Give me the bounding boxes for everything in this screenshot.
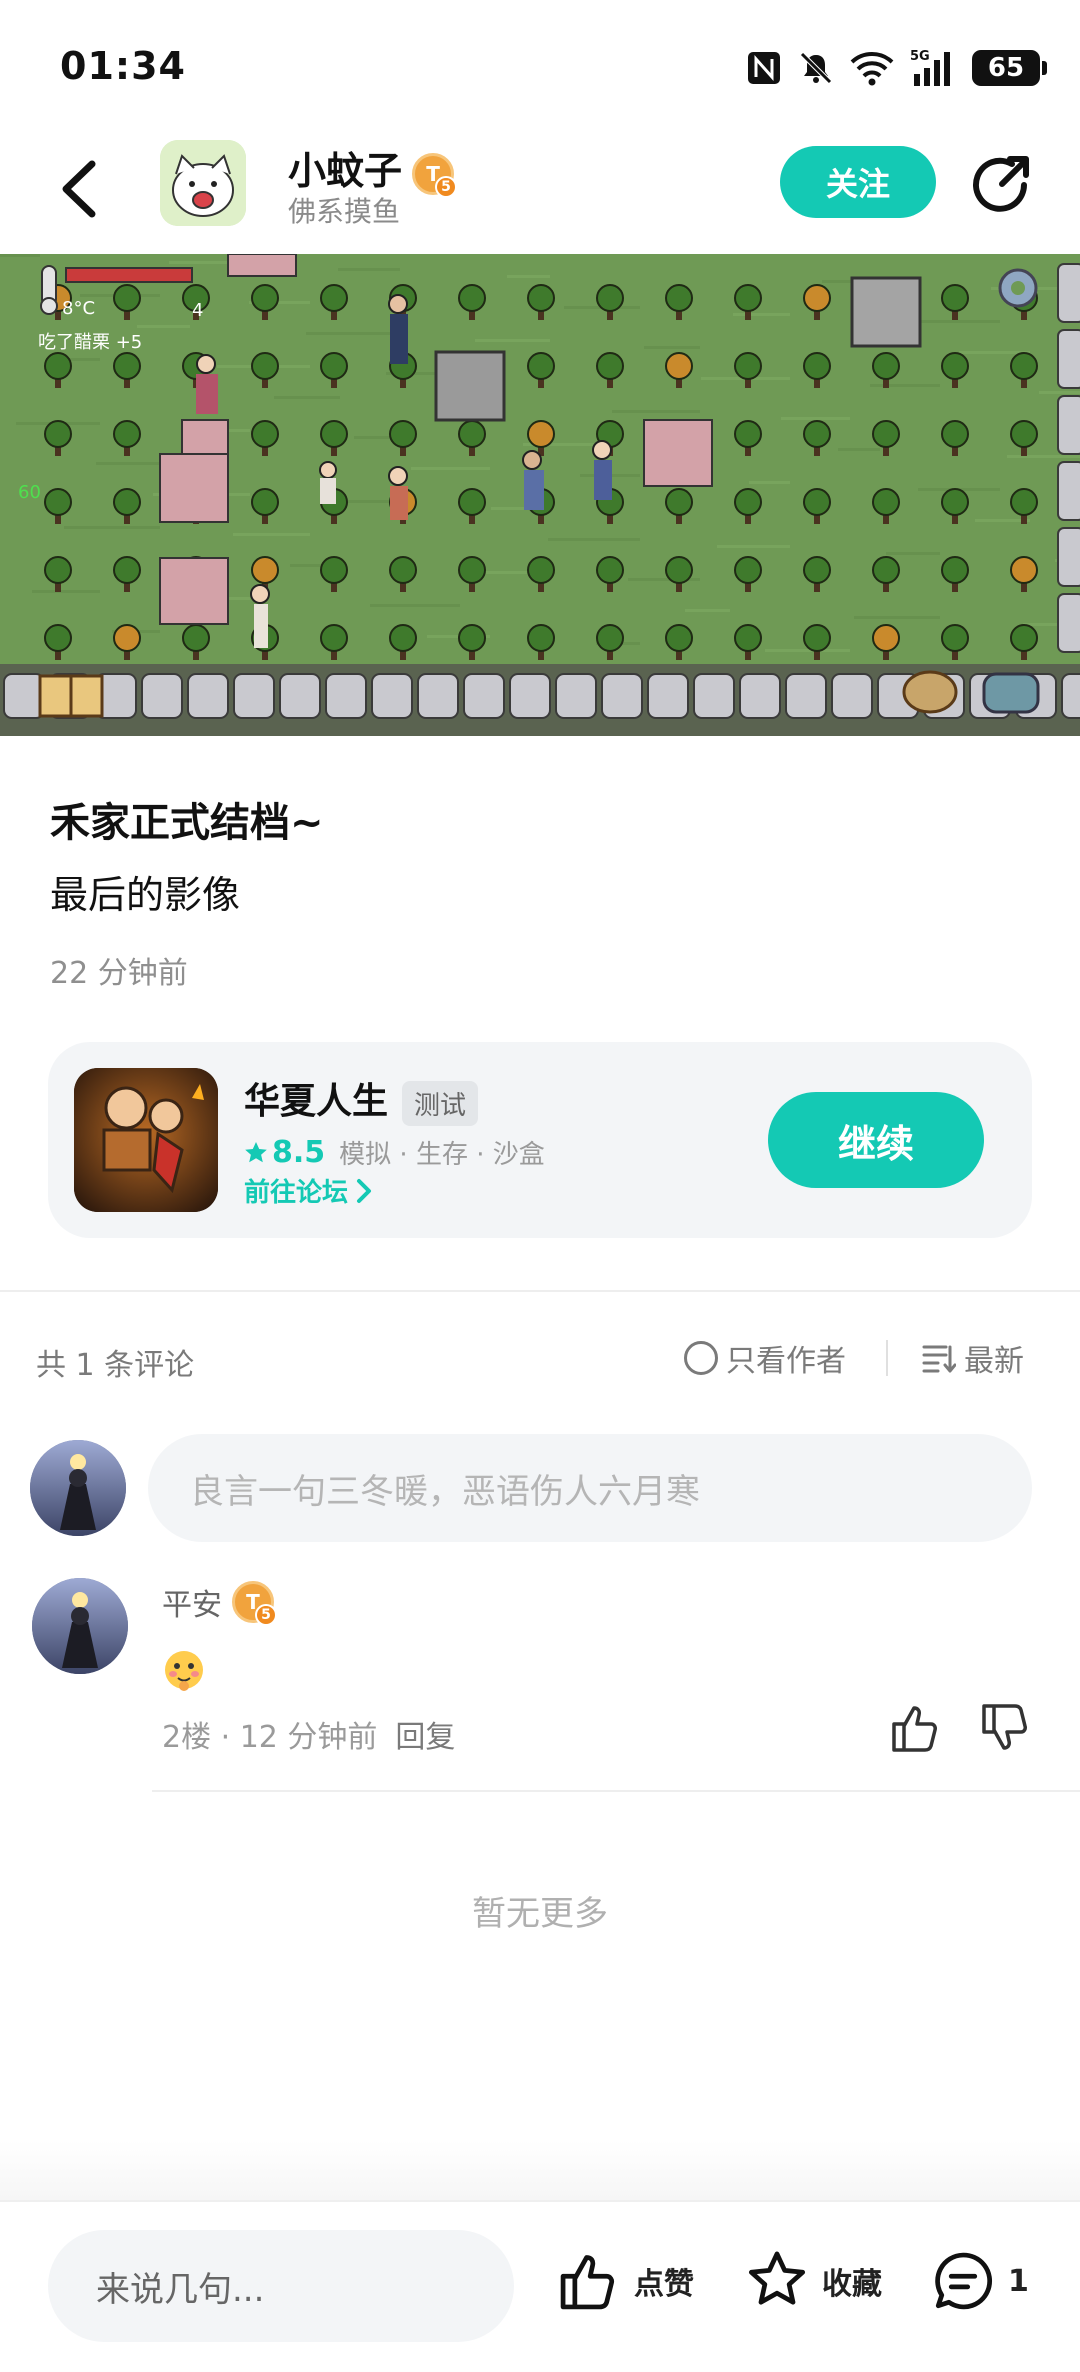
sort-button[interactable]: 最新: [922, 1336, 1024, 1380]
game-name[interactable]: 华夏人生 测试: [244, 1072, 479, 1126]
hud-side-number: 60: [18, 482, 41, 503]
hud-counter: 4: [192, 300, 203, 321]
comment-count: 共 1 条评论: [36, 1348, 195, 1383]
hud-status-text: 吃了醋栗 +5: [38, 332, 142, 353]
status-time: 01:34: [60, 44, 186, 88]
bottom-comment-input[interactable]: 来说几句...: [48, 2230, 514, 2342]
like-button[interactable]: 点赞: [556, 2248, 694, 2314]
sort-separator: [886, 1340, 888, 1376]
follow-button[interactable]: 关注: [780, 146, 936, 218]
level-badge: T5: [232, 1581, 277, 1626]
game-card[interactable]: 华夏人生 测试 8.5 模拟 · 生存 · 沙盒 前往论坛 继续: [48, 1042, 1032, 1238]
back-button[interactable]: [52, 154, 112, 224]
sort-icon: [922, 1345, 956, 1373]
share-button[interactable]: [966, 150, 1036, 220]
post-image[interactable]: 8°C 吃了醋栗 +5 4 60: [0, 254, 1080, 736]
signal-5g-icon: 5G: [910, 48, 956, 88]
bottom-fade: [0, 2140, 1080, 2200]
status-icons: 5G 65: [746, 48, 1047, 88]
comment-input[interactable]: 良言一句三冬暖，恶语伤人六月寒: [148, 1434, 1032, 1542]
star-outline-icon: [748, 2251, 806, 2305]
commenter-name[interactable]: 平安 T 5: [162, 1580, 277, 1626]
game-genres: 模拟 · 生存 · 沙盒: [339, 1140, 545, 1170]
post-body: 最后的影像: [50, 873, 241, 917]
user-avatar[interactable]: [30, 1440, 126, 1536]
thumbs-up-icon: [560, 2255, 615, 2310]
sticker-emoji-icon: [162, 1648, 206, 1692]
comment-divider: [152, 1790, 1080, 1792]
author-avatar[interactable]: [160, 140, 246, 226]
favorite-button[interactable]: 收藏: [744, 2248, 882, 2314]
mute-bell-icon: [798, 50, 834, 86]
wifi-icon: [850, 50, 894, 86]
comment-button[interactable]: 1: [930, 2248, 1029, 2314]
star-icon: [245, 1141, 267, 1162]
section-divider: [0, 1290, 1080, 1292]
game-potato-icon: [902, 670, 958, 714]
thumbs-down-icon: [982, 1704, 1027, 1750]
game-app-icon[interactable]: [74, 1068, 218, 1212]
svg-text:5G: 5G: [910, 49, 930, 64]
share-icon: [973, 156, 1029, 212]
hud-temperature: 8°C: [62, 298, 95, 319]
comment-meta: 2楼 · 12 分钟前 回复: [162, 1720, 456, 1755]
comment-bubble-icon: [935, 2252, 993, 2310]
game-keyboard-icon: [982, 672, 1040, 714]
reply-button[interactable]: 回复: [395, 1720, 455, 1755]
commenter-avatar[interactable]: [32, 1578, 128, 1674]
comment-dislike-button[interactable]: [976, 1700, 1032, 1756]
chevron-right-icon: [357, 1178, 372, 1203]
author-only-toggle[interactable]: 只看作者: [684, 1336, 846, 1380]
forum-link[interactable]: 前往论坛: [244, 1172, 374, 1209]
game-book-icon: [38, 674, 104, 718]
post-header: 小蚊子 T 5 佛系摸鱼 关注: [0, 130, 1080, 254]
chevron-left-icon: [62, 160, 96, 218]
author-subtitle: 佛系摸鱼: [288, 195, 401, 228]
nfc-icon: [746, 50, 782, 86]
bottom-action-bar: 来说几句... 点赞 收藏 1: [0, 2200, 1080, 2372]
post-title: 禾家正式结档~: [50, 800, 324, 846]
battery-indicator: 65: [972, 50, 1047, 86]
game-meta: 8.5 模拟 · 生存 · 沙盒: [244, 1134, 545, 1171]
radio-circle-icon: [684, 1341, 718, 1375]
post-time: 22 分钟前: [50, 956, 188, 991]
level-badge: T5: [412, 152, 458, 198]
game-rating: 8.5: [244, 1135, 325, 1170]
status-bar: 01:34 5G 65: [0, 0, 1080, 130]
no-more-label: 暂无更多: [472, 1894, 608, 1934]
game-tag: 测试: [402, 1080, 479, 1126]
thumbs-up-icon: [892, 1706, 937, 1752]
comment-like-button[interactable]: [886, 1700, 942, 1756]
author-name[interactable]: 小蚊子 T 5: [288, 140, 458, 198]
continue-button[interactable]: 继续: [768, 1092, 984, 1188]
game-settings-icon: [998, 268, 1038, 308]
game-screenshot-image: 8°C 吃了醋栗 +5 4 60: [0, 254, 1080, 736]
